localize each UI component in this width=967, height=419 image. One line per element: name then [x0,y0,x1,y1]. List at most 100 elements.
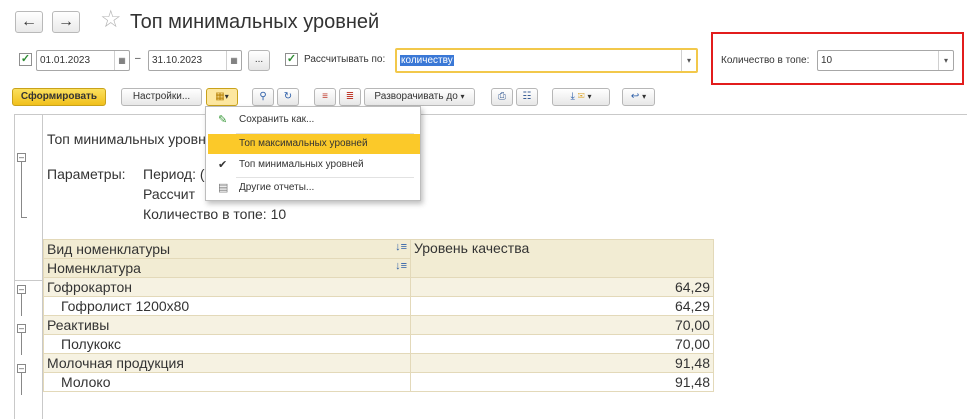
mail-icon: ✉ [577,91,585,102]
chevron-down-icon: ▾ [460,92,465,101]
column-header-quality: Уровень качества [410,239,714,278]
export-button[interactable]: ⤓ ✉ ▾ [552,88,610,106]
grouping-icon: ≡ [322,91,328,102]
find-next-button[interactable]: ↻ [277,88,299,106]
period-checkbox[interactable]: ✓ [19,53,32,66]
sort-icon[interactable]: ↓≡ [395,260,407,272]
item-name-cell: Гофролист 1200х80 [43,296,411,316]
report-variant-icon: ▦ [215,91,225,102]
sort-icon[interactable]: ↓≡ [395,241,407,253]
group-bracket [21,162,22,217]
chevron-down-icon: ▾ [642,92,647,101]
report-left-border [14,114,15,419]
calc-by-label: Рассчитывать по: [304,54,386,65]
expand-to-label: Разворачивать до [374,91,458,102]
group-bracket [21,373,22,395]
menu-item-label: Сохранить как... [239,114,315,125]
reports-list-icon: ▤ [218,182,229,194]
params-label: Параметры: [47,166,126,182]
arrow-left-icon: ← [21,13,37,30]
highlight-frame [711,32,964,85]
table-row[interactable]: Полукокс 70,00 [43,334,714,354]
menu-item-label: Другие отчеты... [239,182,315,193]
item-value-cell: 91,48 [410,372,714,392]
return-arrow-icon: ↩ [630,91,640,102]
menu-item-label: Топ максимальных уровней [239,138,368,149]
collapse-group-button[interactable]: – [17,285,26,294]
calc-by-value: количеству [400,55,454,66]
column-header-nomenclature: Номенклатура ↓≡ [43,258,411,278]
generate-button[interactable]: Сформировать [12,88,106,106]
save-as-icon: ✎ [218,114,228,126]
favorite-star-icon[interactable]: ☆ [100,8,122,32]
gutter-divider [14,280,42,281]
group-name-cell: Гофрокартон [43,277,411,297]
item-value-cell: 70,00 [410,334,714,354]
table-row[interactable]: Молочная продукция 91,48 [43,353,714,373]
chevron-down-icon: ▾ [224,92,229,101]
collapse-group-button[interactable]: – [17,364,26,373]
grouping-icon: ≣ [345,91,355,102]
group-bracket [21,294,22,316]
date-to-field[interactable]: 31.10.2023 ▦ [148,50,242,71]
print-preview-button[interactable]: ☷ [516,88,538,106]
group-value-cell: 64,29 [410,277,714,297]
period-picker-button[interactable]: ... [248,50,270,71]
item-name-cell: Полукокс [43,334,411,354]
table-row[interactable]: Гофрокартон 64,29 [43,277,714,297]
menu-item-save-as[interactable]: ✎ Сохранить как... [206,110,420,130]
checkmark-icon: ✓ [286,53,297,65]
table-row[interactable]: Молоко 91,48 [43,372,714,392]
date-separator: – [135,53,141,64]
calendar-icon[interactable]: ▦ [114,51,129,70]
search-icon: ⚲ [259,91,267,102]
collapse-params-button[interactable]: – [17,153,26,162]
download-icon: ⤓ [570,91,575,102]
group-expand-button[interactable]: ≣ [339,88,361,106]
menu-item-other-reports[interactable]: ▤ Другие отчеты... [206,178,420,198]
calc-by-checkbox[interactable]: ✓ [285,53,298,66]
arrow-right-icon: → [58,13,74,30]
menu-item-top-max[interactable]: Топ максимальных уровней [208,134,420,154]
column-nomenclature-label: Номенклатура [47,260,141,276]
print-preview-icon: ☷ [522,91,532,102]
group-bracket [21,217,27,218]
forward-button[interactable]: → [52,11,80,33]
param-period: Период: ( [143,166,205,182]
calendar-icon[interactable]: ▦ [226,51,241,70]
find-button[interactable]: ⚲ [252,88,274,106]
page-title: Топ минимальных уровней [130,11,380,33]
chevron-down-icon: ▾ [587,92,592,101]
item-value-cell: 64,29 [410,296,714,316]
return-button[interactable]: ↩ ▾ [622,88,655,106]
group-collapse-button[interactable]: ≡ [314,88,336,106]
column-quality-label: Уровень качества [414,240,530,256]
param-top-count: Количество в топе: 10 [143,206,287,222]
calc-by-select[interactable]: количеству ▾ [395,48,698,73]
date-from-field[interactable]: 01.01.2023 ▦ [36,50,130,71]
report-variants-button[interactable]: ▦▾ [206,88,238,106]
printer-icon: ⎙ [498,91,506,102]
group-name-cell: Молочная продукция [43,353,411,373]
back-button[interactable]: ← [15,11,43,33]
search-next-icon: ↻ [283,91,293,102]
table-row[interactable]: Гофролист 1200х80 64,29 [43,296,714,316]
column-header-type: Вид номенклатуры ↓≡ [43,239,411,259]
item-name-cell: Молоко [43,372,411,392]
expand-to-button[interactable]: Разворачивать до ▾ [364,88,475,106]
table-row[interactable]: Реактивы 70,00 [43,315,714,335]
checkmark-icon: ✔ [218,159,228,171]
print-button[interactable]: ⎙ [491,88,513,106]
collapse-group-button[interactable]: – [17,324,26,333]
report-top-border [14,114,967,115]
group-value-cell: 91,48 [410,353,714,373]
menu-item-top-min[interactable]: ✔ Топ минимальных уровней [206,155,420,175]
table-header-row: Вид номенклатуры ↓≡ Уровень качества [43,239,714,278]
checkmark-icon: ✓ [20,53,31,65]
menu-item-label: Топ минимальных уровней [239,159,364,170]
settings-button[interactable]: Настройки... [121,88,202,106]
chevron-down-icon[interactable]: ▾ [681,50,696,71]
report-table: Вид номенклатуры ↓≡ Уровень качества Ном… [43,239,714,392]
param-calc: Рассчит [143,186,196,202]
column-type-label: Вид номенклатуры [47,241,171,257]
